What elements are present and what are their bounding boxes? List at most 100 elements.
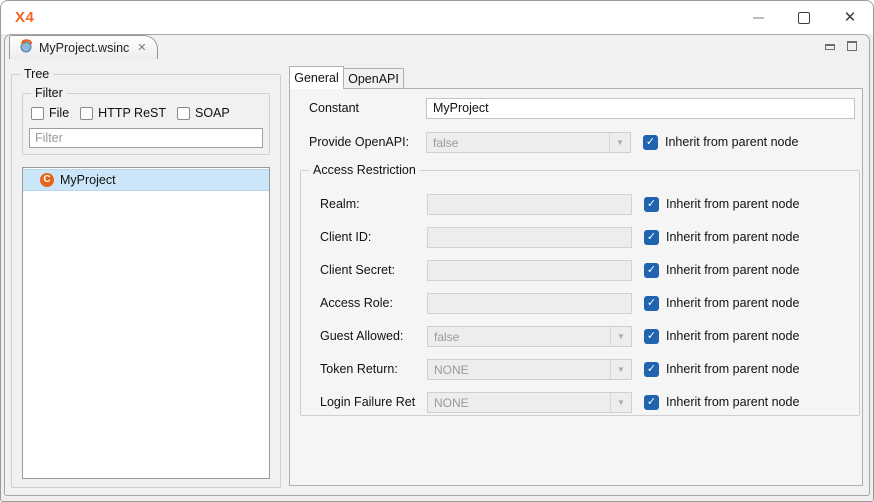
filter-input[interactable] [29, 128, 263, 148]
editor-tab-title: MyProject.wsinc [39, 41, 129, 55]
inherit-label: Inherit from parent node [666, 263, 799, 277]
filter-checkbox-soap-label: SOAP [195, 106, 230, 120]
token-return-row: Token Return: NONE ▼ ✓ Inherit from pare… [301, 358, 859, 380]
checkbox-checked-icon: ✓ [644, 362, 659, 377]
inherit-checkbox-realm[interactable]: ✓ Inherit from parent node [644, 197, 799, 212]
tree-list[interactable]: C MyProject [22, 167, 270, 479]
provide-openapi-combo[interactable]: false ▼ [426, 132, 631, 153]
provide-openapi-row: Provide OpenAPI: false ▼ ✓ Inherit from … [290, 131, 862, 153]
inherit-label: Inherit from parent node [666, 329, 799, 343]
checkbox-checked-icon: ✓ [644, 263, 659, 278]
inherit-checkbox-token-return[interactable]: ✓ Inherit from parent node [644, 362, 799, 377]
filter-group-label: Filter [31, 86, 67, 101]
guest-allowed-label: Guest Allowed: [320, 329, 427, 343]
inherit-checkbox-guest-allowed[interactable]: ✓ Inherit from parent node [644, 329, 799, 344]
checkbox-unchecked-icon [31, 107, 44, 120]
filter-checkbox-soap[interactable]: SOAP [177, 106, 230, 120]
inherit-label: Inherit from parent node [666, 362, 799, 376]
checkbox-checked-icon: ✓ [644, 230, 659, 245]
constant-label: Constant [309, 101, 426, 115]
token-return-combo[interactable]: NONE ▼ [427, 359, 632, 380]
filter-group: Filter File HTTP ReST SOAP [22, 93, 270, 155]
close-icon: ✕ [844, 10, 857, 25]
checkbox-checked-icon: ✓ [644, 395, 659, 410]
view-minimize-icon[interactable] [825, 44, 835, 50]
tree-group-label: Tree [20, 67, 53, 82]
checkbox-checked-icon: ✓ [644, 296, 659, 311]
minimize-icon [753, 17, 764, 19]
realm-label: Realm: [320, 197, 427, 211]
tab-close-icon[interactable]: ✕ [137, 41, 146, 54]
client-id-field[interactable] [427, 227, 632, 248]
window-controls: ✕ [735, 1, 873, 34]
inherit-label: Inherit from parent node [666, 230, 799, 244]
maximize-button[interactable] [781, 1, 827, 34]
access-restriction-label: Access Restriction [309, 163, 420, 178]
inherit-label: Inherit from parent node [666, 296, 799, 310]
filter-checkboxes: File HTTP ReST SOAP [31, 106, 230, 120]
login-failure-label: Login Failure Ret [320, 395, 427, 409]
view-maximize-icon[interactable] [847, 41, 857, 51]
checkbox-checked-icon: ✓ [643, 135, 658, 150]
provide-openapi-label: Provide OpenAPI: [309, 135, 426, 149]
application-window: X4 ✕ MyProject.wsinc ✕ [0, 0, 874, 502]
inherit-checkbox-provide-openapi[interactable]: ✓ Inherit from parent node [643, 135, 798, 150]
access-role-field[interactable] [427, 293, 632, 314]
maximize-icon [798, 12, 810, 24]
general-tab-content: Constant Provide OpenAPI: false ▼ ✓ Inhe… [289, 88, 863, 486]
chevron-down-icon: ▼ [610, 327, 631, 346]
combo-value: false [434, 330, 459, 344]
inherit-label: Inherit from parent node [666, 197, 799, 211]
tree-item-myproject[interactable]: C MyProject [23, 169, 269, 191]
access-role-row: Access Role: ✓ Inherit from parent node [301, 292, 859, 314]
filter-checkbox-http-rest-label: HTTP ReST [98, 106, 166, 120]
editor-area: MyProject.wsinc ✕ Tree Filter File [4, 34, 870, 496]
client-secret-label: Client Secret: [320, 263, 427, 277]
inherit-checkbox-login-failure[interactable]: ✓ Inherit from parent node [644, 395, 799, 410]
access-role-label: Access Role: [320, 296, 427, 310]
realm-field[interactable] [427, 194, 632, 215]
login-failure-row: Login Failure Ret NONE ▼ ✓ Inherit from … [301, 391, 859, 413]
login-failure-combo[interactable]: NONE ▼ [427, 392, 632, 413]
tree-group: Tree Filter File HTTP ReST SOAP [11, 74, 281, 488]
chevron-down-icon: ▼ [610, 393, 631, 412]
filter-checkbox-file[interactable]: File [31, 106, 69, 120]
client-id-label: Client ID: [320, 230, 427, 244]
view-buttons [825, 41, 857, 51]
inherit-label: Inherit from parent node [665, 135, 798, 149]
x4-logo: X4 [15, 9, 34, 26]
combo-value: NONE [434, 363, 469, 377]
tree-item-label: MyProject [60, 173, 116, 187]
editor-tab-myproject[interactable]: MyProject.wsinc ✕ [9, 35, 158, 59]
combo-value: false [433, 136, 458, 150]
inherit-checkbox-client-id[interactable]: ✓ Inherit from parent node [644, 230, 799, 245]
client-secret-field[interactable] [427, 260, 632, 281]
guest-allowed-combo[interactable]: false ▼ [427, 326, 632, 347]
checkbox-unchecked-icon [80, 107, 93, 120]
checkbox-checked-icon: ✓ [644, 329, 659, 344]
guest-allowed-row: Guest Allowed: false ▼ ✓ Inherit from pa… [301, 325, 859, 347]
client-id-row: Client ID: ✓ Inherit from parent node [301, 226, 859, 248]
combo-value: NONE [434, 396, 469, 410]
minimize-button[interactable] [735, 1, 781, 34]
checkbox-unchecked-icon [177, 107, 190, 120]
access-restriction-group: Access Restriction Realm: ✓ Inherit from… [300, 170, 860, 416]
constant-row: Constant [290, 97, 862, 119]
inherit-checkbox-client-secret[interactable]: ✓ Inherit from parent node [644, 263, 799, 278]
tab-openapi[interactable]: OpenAPI [344, 68, 404, 89]
tab-general[interactable]: General [289, 66, 344, 89]
titlebar: X4 ✕ [1, 1, 873, 34]
constant-field[interactable] [426, 98, 855, 119]
token-return-label: Token Return: [320, 362, 427, 376]
close-button[interactable]: ✕ [827, 1, 873, 34]
client-secret-row: Client Secret: ✓ Inherit from parent nod… [301, 259, 859, 281]
filter-checkbox-file-label: File [49, 106, 69, 120]
chevron-down-icon: ▼ [609, 133, 630, 152]
realm-row: Realm: ✓ Inherit from parent node [301, 193, 859, 215]
inherit-label: Inherit from parent node [666, 395, 799, 409]
wsinc-file-icon [17, 37, 33, 58]
checkbox-checked-icon: ✓ [644, 197, 659, 212]
inherit-checkbox-access-role[interactable]: ✓ Inherit from parent node [644, 296, 799, 311]
filter-checkbox-http-rest[interactable]: HTTP ReST [80, 106, 166, 120]
constant-icon: C [40, 173, 54, 187]
